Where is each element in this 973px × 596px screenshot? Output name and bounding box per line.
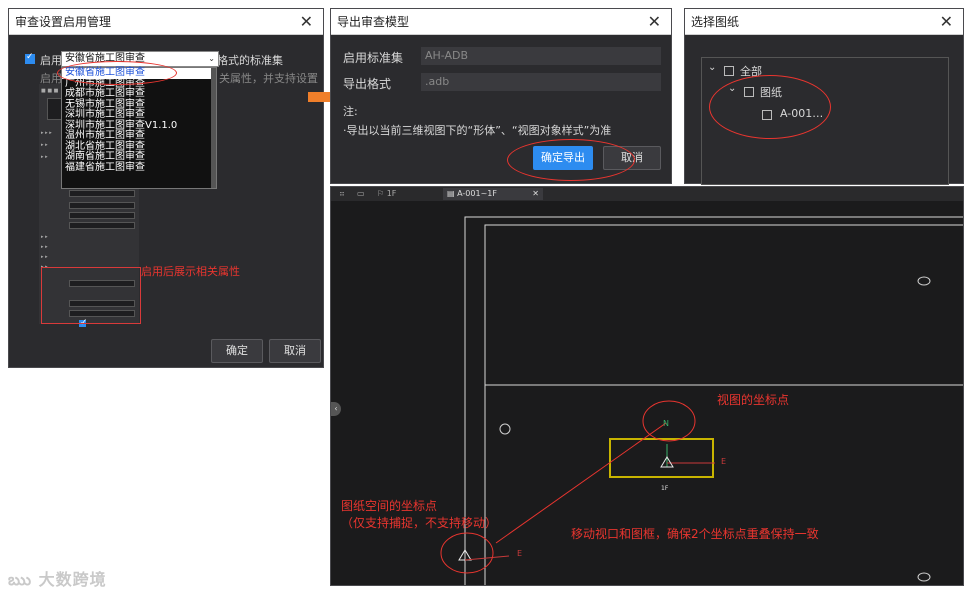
dialog-title-bar: 导出审查模型 ✕	[331, 9, 671, 35]
dropdown-option[interactable]: 深圳市施工图审查	[62, 109, 216, 121]
dialog-title-bar: 审查设置启用管理 ✕	[9, 9, 323, 35]
drawing-viewport[interactable]: ⠶ ▭ ⚐ 1F ▤ A-001~1F ✕ N E E 1F 视图的坐标点 图纸空…	[330, 186, 964, 586]
annotation-ellipse	[57, 61, 177, 85]
annotation-ellipse	[709, 75, 831, 139]
dropdown-option[interactable]: 温州市施工图审查	[62, 130, 216, 142]
tab-sheet[interactable]: ▤ A-001~1F ✕	[443, 188, 543, 200]
view-point-circle	[642, 400, 696, 442]
select-drawing-dialog: 选择图纸 ✕ ⌄ 全部 ⌄ 图纸 A-001…	[684, 8, 964, 185]
layers-icon[interactable]: ⠶	[335, 188, 349, 200]
format-field[interactable]: .adb	[421, 73, 661, 91]
standard-desc: 格式的标准集	[217, 54, 283, 67]
dialog-title: 审查设置启用管理	[15, 15, 112, 29]
standard-field[interactable]: AH-ADB	[421, 47, 661, 65]
chevron-down-icon: ⌄	[208, 54, 215, 63]
move-annotation: 移动视口和图框，确保2个坐标点重叠保持一致	[571, 527, 819, 541]
tab-1f[interactable]: ⚐ 1F	[373, 188, 400, 200]
sheet-east-axis	[464, 555, 510, 561]
dialog-title: 导出审查模型	[337, 15, 410, 29]
watermark-text: 大数跨境	[38, 570, 107, 589]
all-checkbox[interactable]	[724, 66, 734, 76]
sheet-point-annotation: 图纸空间的坐标点	[341, 499, 438, 513]
view-icon[interactable]: ▭	[353, 188, 369, 200]
sheet-frame-inner	[484, 224, 963, 386]
note-text: ·导出以当前三维视图下的“形体”、“视图对象样式”为准	[343, 124, 612, 137]
chevron-down-icon[interactable]: ⌄	[708, 62, 716, 73]
view-marker	[499, 423, 511, 435]
viewport-frame	[609, 438, 714, 478]
flag-icon: ⚐	[377, 189, 385, 198]
dropdown-option[interactable]: 湖南省施工图审查	[62, 151, 216, 163]
close-icon[interactable]: ✕	[532, 188, 539, 200]
watermark: ఋ 大数跨境	[8, 566, 107, 593]
ok-button[interactable]: 确定	[211, 339, 263, 363]
dropdown-list: 安徽省施工图审查 广州市施工图审查 成都市施工图审查 无锡市施工图审查 深圳市施…	[61, 67, 217, 189]
dialog-title-bar: 选择图纸 ✕	[685, 9, 963, 35]
dropdown-option[interactable]: 福建省施工图审查	[62, 162, 216, 174]
view-marker	[917, 276, 931, 286]
annotation-ellipse	[507, 139, 635, 181]
sheet-point-note: （仅支持捕捉，不支持移动）	[341, 516, 498, 530]
level-label: 1F	[661, 485, 669, 492]
enable-checkbox[interactable]	[25, 52, 35, 64]
close-icon[interactable]: ✕	[940, 9, 953, 35]
note-label: 注:	[343, 105, 358, 118]
north-label: N	[663, 419, 669, 428]
sheet-icon: ▤	[447, 189, 455, 198]
cancel-button[interactable]: 取消	[269, 339, 321, 363]
dialog-title: 选择图纸	[691, 15, 740, 29]
dropdown-scrollbar[interactable]	[211, 68, 216, 188]
sheet-east-label: E	[517, 549, 523, 558]
view-point-annotation: 视图的坐标点	[717, 393, 790, 407]
review-settings-dialog: 审查设置启用管理 ✕ 启用 格式的标准集 启用 关属性，并支持设置 ■ ■ ■ …	[8, 8, 324, 368]
enable-label: 启用	[40, 54, 62, 67]
enable-desc-right: 关属性，并支持设置	[219, 72, 318, 85]
panel-note: 启用后展示相关属性	[141, 265, 240, 278]
properties-highlight-box	[41, 267, 141, 324]
viewport-tab-bar: ⠶ ▭ ⚐ 1F ▤ A-001~1F ✕	[331, 187, 963, 201]
dropdown-option[interactable]: 成都市施工图审查	[62, 88, 216, 100]
format-label: 导出格式	[343, 77, 392, 91]
close-icon[interactable]: ✕	[300, 9, 313, 35]
standard-label: 启用标准集	[343, 51, 404, 65]
east-label: E	[721, 457, 727, 466]
logo-icon: ఋ	[8, 570, 33, 589]
view-marker	[917, 572, 931, 582]
export-model-dialog: 导出审查模型 ✕ 启用标准集 AH-ADB 导出格式 .adb 注: ·导出以当…	[330, 8, 672, 184]
close-icon[interactable]: ✕	[648, 9, 661, 35]
